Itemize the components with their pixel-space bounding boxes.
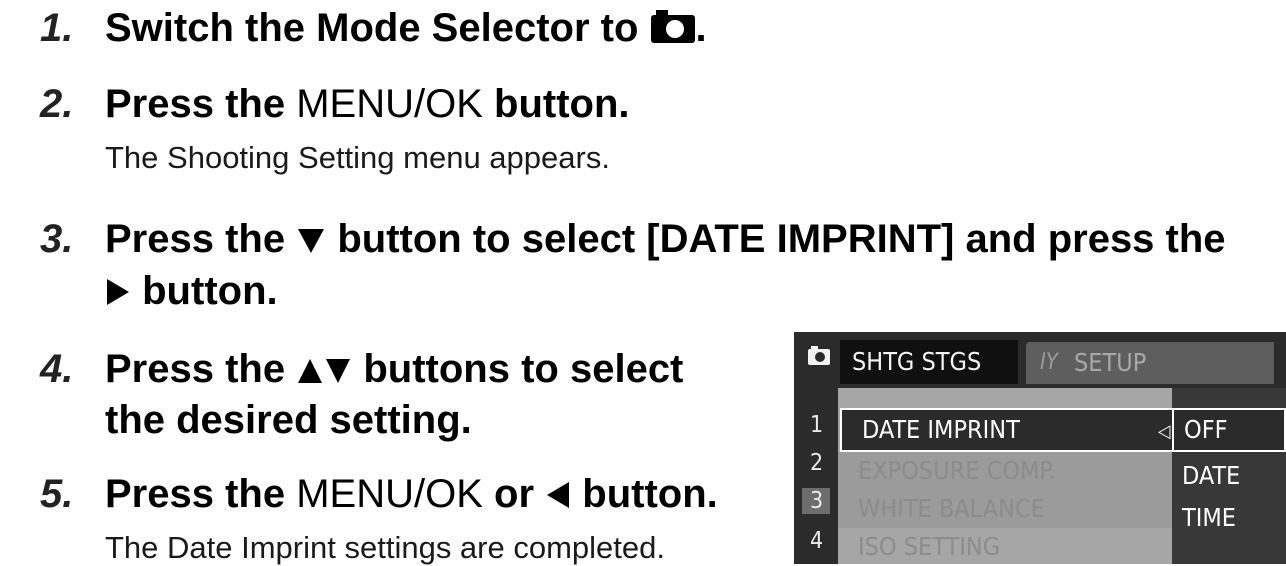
- option-label: OFF: [1184, 415, 1228, 444]
- step-text: button.: [494, 82, 630, 126]
- tab-setup-label: SETUP: [1074, 348, 1147, 377]
- step-text: Press the: [105, 347, 286, 391]
- row-number: 4: [810, 528, 824, 554]
- step-text-end: .: [695, 6, 707, 50]
- step-number: 3.: [40, 217, 74, 261]
- tab-shooting-settings[interactable]: SHTG STGS: [840, 340, 1018, 384]
- step-text: Switch the Mode Selector to: [105, 6, 639, 50]
- menu-item-white-balance[interactable]: WHITE BALANCE: [838, 490, 1172, 528]
- step-2-note: The Shooting Setting menu appears.: [105, 140, 610, 175]
- step-text: button.: [582, 472, 718, 516]
- right-arrow-icon: [107, 279, 129, 305]
- tab-setup[interactable]: IY SETUP: [1026, 342, 1274, 384]
- step-number: 1.: [40, 6, 74, 50]
- step-number: 2.: [40, 82, 74, 126]
- step-text: button to select [DATE IMPRINT] and pres…: [337, 217, 1226, 261]
- step-text: Press the: [105, 82, 286, 126]
- step-5-note: The Date Imprint settings are completed.: [105, 530, 665, 565]
- row-number: 1: [810, 412, 824, 438]
- down-arrow-icon: [298, 229, 325, 253]
- step-text: Press the: [105, 217, 286, 261]
- menu-item-iso-setting[interactable]: ISO SETTING: [838, 528, 1000, 564]
- step-text: or: [494, 472, 535, 516]
- option-off[interactable]: ◁ OFF: [1158, 408, 1286, 452]
- left-arrow-icon: [547, 482, 570, 508]
- menu-ok-button-label: MENU/OK: [296, 82, 483, 126]
- up-down-arrow-icon: [298, 359, 351, 383]
- camera-menu-screen: SHTG STGS IY SETUP 1 2 3 4 DATE IMPRINT …: [794, 332, 1286, 564]
- step-text: the desired setting.: [105, 398, 472, 442]
- caret-left-icon: ◁: [1158, 421, 1171, 442]
- setup-icon: IY: [1040, 350, 1058, 375]
- camera-icon: [650, 10, 695, 43]
- menu-ok-button-label: MENU/OK: [296, 472, 483, 516]
- step-text: button.: [142, 269, 278, 313]
- option-date[interactable]: DATE: [1172, 456, 1286, 496]
- option-time[interactable]: TIME: [1172, 498, 1286, 538]
- camera-icon: [808, 346, 830, 365]
- menu-item-date-imprint[interactable]: DATE IMPRINT: [840, 408, 1174, 452]
- menu-tab-bar: SHTG STGS IY SETUP: [794, 332, 1286, 388]
- step-number: 5.: [40, 472, 74, 516]
- row-number-column: 1 2 3 4: [794, 388, 838, 564]
- step-text: buttons to select: [363, 347, 684, 391]
- row-number: 3: [802, 488, 830, 514]
- date-imprint-options: ◁ OFF DATE TIME: [1158, 388, 1286, 564]
- menu-item-exposure-comp[interactable]: EXPOSURE COMP.: [838, 452, 1172, 490]
- row-number: 2: [810, 450, 824, 476]
- step-text: Press the: [105, 472, 286, 516]
- step-number: 4.: [40, 347, 74, 391]
